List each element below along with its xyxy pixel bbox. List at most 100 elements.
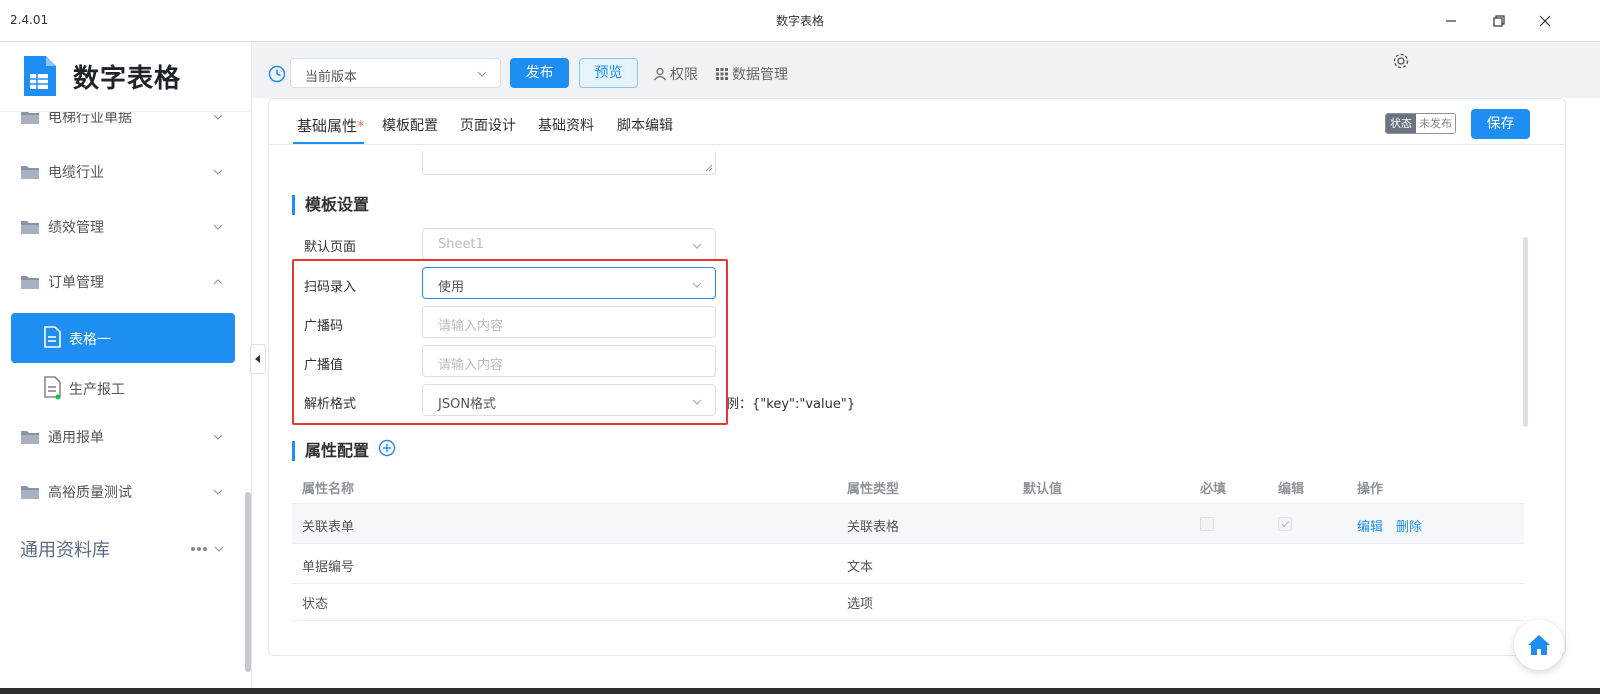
chevron-down-icon [692,243,702,249]
logo-text: 数字表格 [73,64,182,94]
main-panel: 基础属性* 模板配置 页面设计 基础资料 脚本编辑 状态 未发布 保存 模板设置… [268,98,1566,656]
sidebar-item-label: 表格一 [69,332,111,348]
edit-link[interactable]: 编辑 [1357,516,1383,535]
status-key: 状态 [1386,114,1416,133]
status-badge: 状态 未发布 [1385,113,1456,134]
sidebar: 数字表格 电梯行业单据 电缆行业 绩效管理 订单管理 表格一 生产报工 通用报单… [0,42,252,688]
restore-button[interactable] [1484,8,1514,34]
menu-item-performance[interactable]: 绩效管理 [0,207,245,247]
check-icon [1281,521,1289,528]
tab-script-edit[interactable]: 脚本编辑 [617,115,673,135]
grid-icon [716,68,728,80]
user-icon [654,67,666,81]
tab-template-config[interactable]: 模板配置 [382,115,438,135]
save-button[interactable]: 保存 [1471,109,1530,139]
cell-name: 单据编号 [302,560,355,575]
version-select[interactable]: 当前版本 [290,58,501,88]
folder-icon [21,166,39,179]
gear-icon[interactable] [1392,52,1410,70]
menu-label: 通用报单 [48,430,104,446]
chevron-down-icon [213,489,223,495]
version-select-value: 当前版本 [305,70,358,85]
column-header: 属性类型 [847,482,900,497]
tab-bar: 基础属性* 模板配置 页面设计 基础资料 脚本编辑 状态 未发布 保存 [269,99,1565,145]
sidebar-item-label: 生产报工 [69,382,125,398]
app-logo: 数字表格 [0,42,251,112]
more-icon[interactable] [190,546,208,552]
default-page-select[interactable]: Sheet1 [422,228,716,260]
table-row[interactable]: 关联表单 关联表格 编辑 删除 [292,504,1524,544]
chevron-down-icon [213,434,223,440]
tab-basic-properties[interactable]: 基础属性* [297,115,365,136]
menu-item-cable[interactable]: 电缆行业 [0,152,245,192]
chevron-down-icon[interactable] [213,543,225,555]
column-header: 必填 [1200,482,1227,497]
publish-button[interactable]: 发布 [510,58,569,88]
menu-label: 高裕质量测试 [48,485,132,501]
cell-type: 文本 [847,560,874,575]
folder-icon [21,221,39,234]
editable-checkbox[interactable] [1278,517,1292,531]
window-title: 数字表格 [775,14,824,28]
status-value: 未发布 [1416,114,1455,133]
description-textarea[interactable] [422,151,716,175]
document-icon [44,376,61,400]
library-heading[interactable]: 通用资料库 [20,536,110,562]
tab-page-design[interactable]: 页面设计 [460,115,516,135]
sidebar-item-table-one[interactable]: 表格一 [11,313,235,363]
chevron-up-icon [213,279,223,285]
menu-item-general-report[interactable]: 通用报单 [0,417,245,457]
menu-item-quality-test[interactable]: 高裕质量测试 [0,472,245,512]
table-header: 属性名称 属性类型 默认值 必填 编辑 操作 [292,469,1524,504]
title-bar: 2.4.01 数字表格 [0,0,1600,42]
add-circle-icon[interactable] [378,439,396,457]
data-manage-label: 数据管理 [732,67,788,83]
minimize-button[interactable] [1436,8,1466,34]
panel-scrollbar[interactable] [1523,237,1528,427]
column-header: 默认值 [1023,482,1063,497]
chevron-down-icon [477,71,487,77]
table-row[interactable]: 状态 选项 [292,581,1524,621]
chevron-down-icon [213,224,223,230]
sidebar-scrollbar[interactable] [245,492,251,672]
tab-basic-data[interactable]: 基础资料 [538,115,594,135]
taskbar-strip [0,688,1600,694]
cell-name: 关联表单 [302,520,355,535]
caret-left-icon [255,355,260,363]
table-row[interactable]: 单据编号 文本 [292,544,1524,584]
close-icon [1539,15,1551,27]
tab-label: 基础属性 [297,117,358,135]
column-header: 编辑 [1278,482,1305,497]
sidebar-item-production-report[interactable]: 生产报工 [11,363,235,413]
menu-item-orders[interactable]: 订单管理 [0,262,245,302]
minimize-icon [1446,20,1456,22]
home-button[interactable] [1514,620,1564,670]
highlight-box [292,259,728,425]
format-hint: 例：{"key":"value"} [726,397,856,412]
restore-icon [1493,15,1505,27]
delete-link[interactable]: 删除 [1396,516,1422,535]
home-icon [1528,635,1550,655]
permission-link[interactable]: 权限 [653,64,698,84]
required-checkbox[interactable] [1200,517,1214,531]
column-header: 操作 [1357,482,1384,497]
spreadsheet-logo-icon [24,56,56,96]
required-mark: * [357,117,365,135]
chevron-down-icon [213,169,223,175]
menu-label: 电缆行业 [48,165,104,181]
preview-button[interactable]: 预览 [579,58,638,88]
chevron-down-icon [213,114,223,120]
cell-type: 关联表格 [847,520,900,535]
resize-handle-icon[interactable] [705,164,713,172]
history-clock-icon[interactable] [268,65,286,83]
active-tab-indicator [293,142,364,144]
close-button[interactable] [1530,8,1560,34]
folder-icon [21,276,39,289]
data-manage-link[interactable]: 数据管理 [715,64,788,84]
menu-label: 绩效管理 [48,220,104,236]
document-icon [44,326,61,348]
sidebar-collapse-button[interactable] [250,344,266,374]
folder-icon [21,486,39,499]
menu-label: 订单管理 [48,275,104,291]
permission-label: 权限 [670,67,698,83]
